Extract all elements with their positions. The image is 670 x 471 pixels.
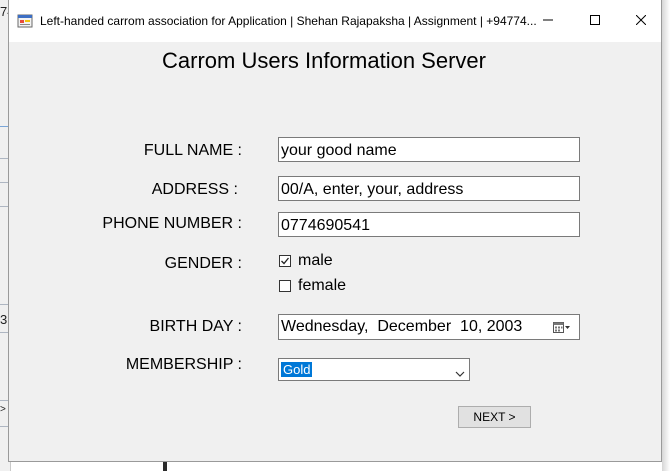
address-input[interactable] xyxy=(278,176,580,201)
maximize-icon xyxy=(590,12,600,30)
window-shadow xyxy=(662,0,670,471)
next-button[interactable]: NEXT > xyxy=(458,406,531,428)
close-icon xyxy=(635,12,647,30)
gender-label: GENDER : xyxy=(164,255,242,272)
maximize-button[interactable] xyxy=(572,0,618,42)
background-text-mid: 3 xyxy=(0,312,8,327)
female-checkbox[interactable] xyxy=(279,280,291,292)
birth-day-value: Wednesday, December 10, 2003 xyxy=(281,318,523,335)
page-title: Carrom Users Information Server xyxy=(162,48,486,73)
membership-dropdown[interactable]: Gold xyxy=(278,358,470,381)
birth-day-label: BIRTH DAY : xyxy=(149,318,242,335)
full-name-input[interactable] xyxy=(278,137,580,162)
full-name-label: FULL NAME : xyxy=(143,142,242,159)
male-checkbox[interactable] xyxy=(279,255,291,267)
female-option-label[interactable]: female xyxy=(298,277,346,295)
background-text-bottom: > xyxy=(0,404,6,415)
close-button[interactable] xyxy=(618,0,664,42)
minimize-button[interactable] xyxy=(525,0,571,42)
title-bar[interactable]: Left-handed carrom association for Appli… xyxy=(9,0,661,42)
phone-number-label: PHONE NUMBER : xyxy=(102,215,242,232)
calendar-icon[interactable] xyxy=(553,321,571,339)
address-label: ADDRESS : xyxy=(151,181,238,198)
background-edge xyxy=(163,462,167,471)
male-option-label[interactable]: male xyxy=(298,252,333,270)
chevron-down-icon[interactable] xyxy=(455,365,465,383)
application-window: Left-handed carrom association for Appli… xyxy=(8,0,662,462)
phone-number-input[interactable] xyxy=(278,212,580,237)
birth-day-picker[interactable]: Wednesday, December 10, 2003 xyxy=(278,314,580,340)
minimize-icon xyxy=(543,12,553,30)
membership-label: MEMBERSHIP : xyxy=(125,356,242,373)
app-icon xyxy=(17,13,33,29)
window-title: Left-handed carrom association for Appli… xyxy=(40,14,537,28)
membership-selected-value: Gold xyxy=(281,362,313,377)
